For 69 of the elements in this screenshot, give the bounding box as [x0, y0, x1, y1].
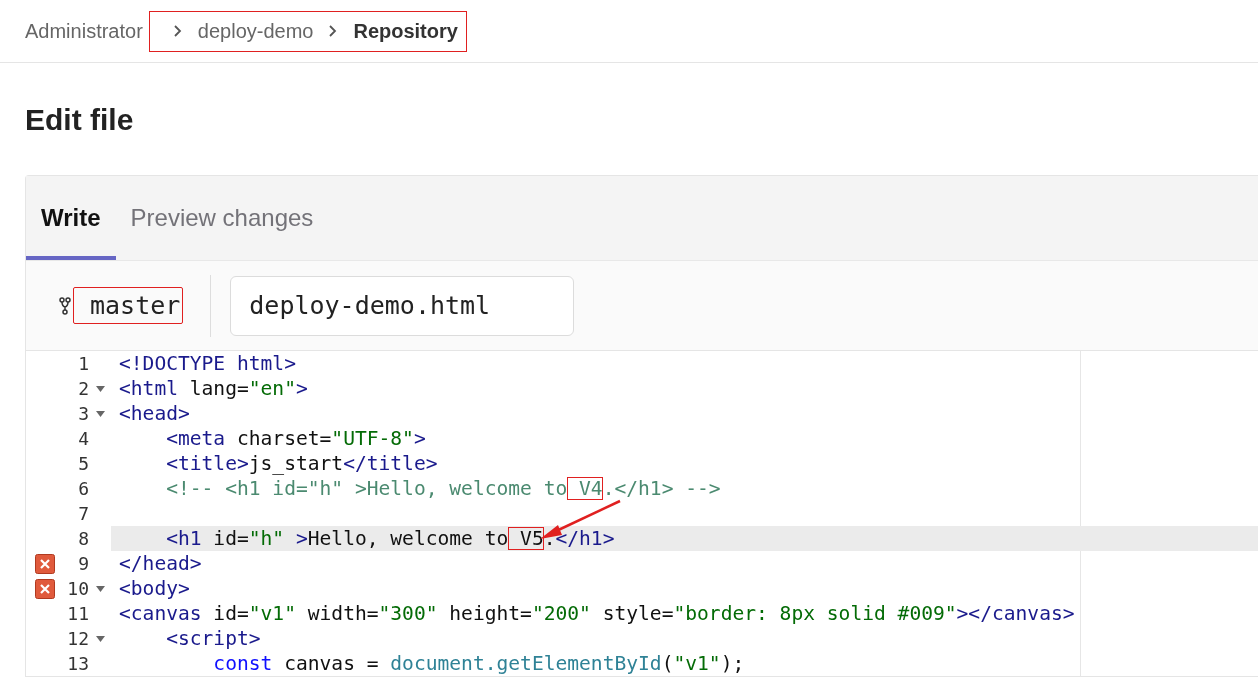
- page-title: Edit file: [24, 102, 135, 138]
- line-number: 9: [78, 553, 89, 574]
- code-token: lang=: [188, 377, 249, 400]
- code-token: document.getElementById: [390, 652, 662, 675]
- breadcrumb-link[interactable]: Repository: [353, 19, 458, 43]
- line-number: 2: [78, 378, 89, 399]
- branch-name[interactable]: master: [73, 287, 184, 324]
- line-number: 8: [78, 528, 89, 549]
- breadcrumb-link[interactable]: deploy-demo: [197, 19, 314, 43]
- code-token: <head>: [119, 402, 190, 425]
- code-token: </h1>: [555, 527, 615, 550]
- code-token: );: [720, 652, 745, 675]
- fold-arrow-icon[interactable]: [96, 385, 105, 392]
- code-token: Hello, welcome to: [307, 527, 509, 550]
- code-token: js_start: [248, 452, 344, 475]
- chevron-icon: [171, 24, 184, 38]
- code-token: <meta: [165, 427, 226, 450]
- code-token: <h1: [165, 527, 202, 550]
- code-token: </head>: [119, 552, 202, 575]
- line-number: 6: [78, 478, 89, 499]
- code-token: V5: [508, 527, 544, 550]
- line-number: 3: [78, 403, 89, 424]
- code-token: (: [661, 652, 674, 675]
- code-token: <!DOCTYPE html>: [119, 352, 296, 375]
- code-token: height=: [448, 602, 532, 625]
- code-token: <canvas: [119, 602, 202, 625]
- code-token: <!-- <h1 id="h" >Hello, welcome to: [165, 477, 568, 500]
- code-token: "v1": [248, 602, 296, 625]
- code-token: const: [212, 652, 273, 675]
- line-number: 13: [67, 653, 89, 674]
- code-token: </title>: [343, 452, 438, 475]
- code-token: V4: [567, 477, 603, 500]
- line-number: 10: [67, 578, 89, 599]
- code-token: "border: 8px solid #009": [673, 602, 957, 625]
- code-token: .: [543, 527, 556, 550]
- code-token: ></canvas>: [956, 602, 1075, 625]
- code-token: >: [295, 377, 308, 400]
- line-number: 12: [67, 628, 89, 649]
- code-token: <body>: [119, 577, 190, 600]
- line-number: 5: [78, 453, 89, 474]
- code-token: "300": [378, 602, 438, 625]
- tab[interactable]: Preview changes: [115, 176, 329, 260]
- code-token: "UTF-8": [331, 427, 414, 450]
- code-token: "h": [248, 527, 285, 550]
- code-token: <title>: [165, 452, 249, 475]
- branch-icon: [59, 295, 71, 316]
- fold-arrow-icon[interactable]: [96, 410, 105, 417]
- code-token: id=: [212, 602, 249, 625]
- fold-arrow-icon[interactable]: [96, 585, 105, 592]
- code-token: charset=: [235, 427, 332, 450]
- code-token: <script>: [165, 627, 261, 650]
- line-number: 11: [67, 603, 89, 624]
- code-token: "v1": [673, 652, 721, 675]
- line-number: 7: [78, 503, 89, 524]
- code-token: "200": [531, 602, 591, 625]
- code-token: "en": [248, 377, 296, 400]
- line-number: 4: [78, 428, 89, 449]
- code-token: canvas =: [283, 652, 380, 675]
- code-token: .</h1> -->: [602, 477, 721, 500]
- code-token: >: [294, 527, 308, 550]
- code-token: style=: [601, 602, 674, 625]
- code-token: >: [413, 427, 426, 450]
- breadcrumb-link[interactable]: Administrator: [25, 19, 143, 43]
- code-token: id=: [212, 527, 249, 550]
- file-name-field[interactable]: deploy-demo.html: [230, 275, 575, 336]
- line-number: 1: [78, 353, 89, 374]
- fold-arrow-icon[interactable]: [96, 635, 105, 642]
- code-token: <html: [119, 377, 178, 400]
- code-token: width=: [306, 602, 379, 625]
